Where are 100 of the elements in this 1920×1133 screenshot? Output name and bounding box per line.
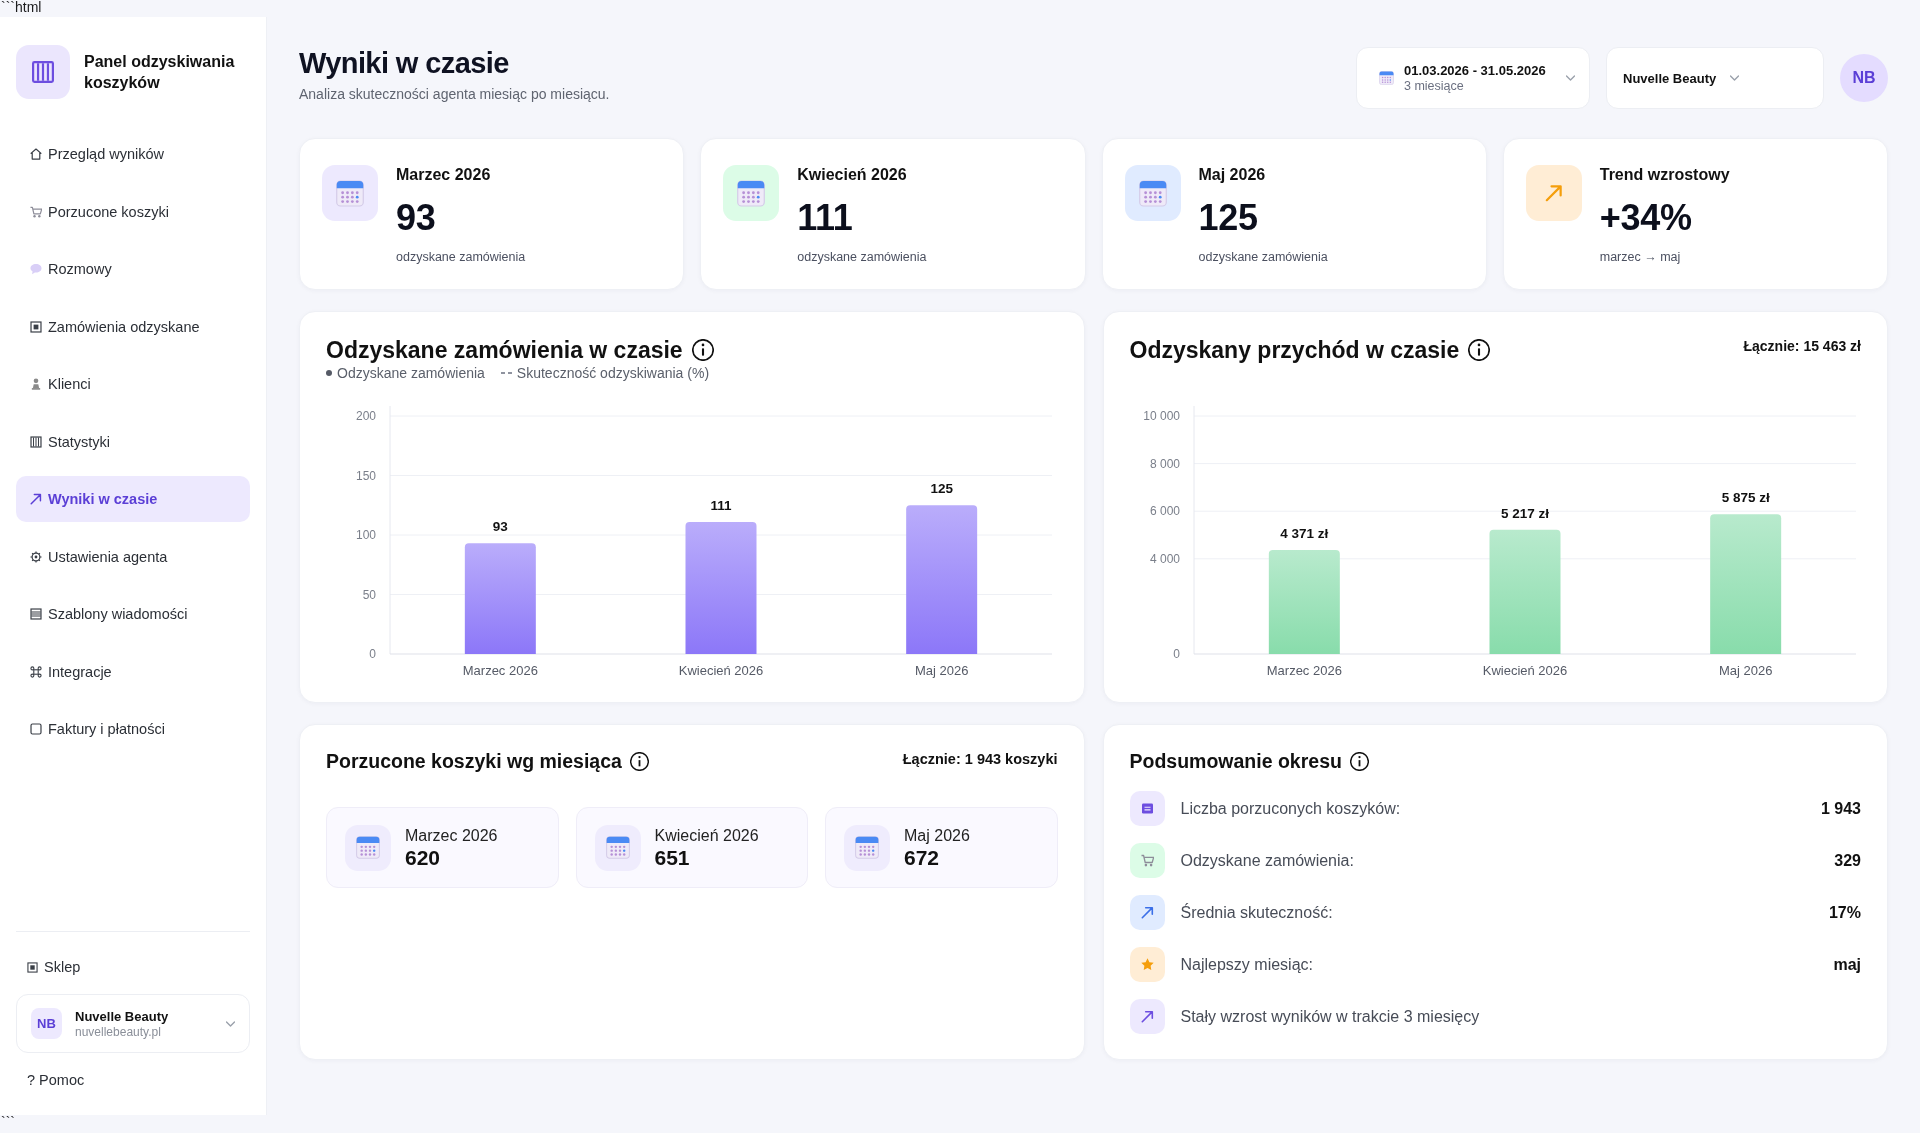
summary-value: maj bbox=[1833, 954, 1861, 975]
date-range-picker[interactable]: 01.03.2026 - 31.05.2026 3 miesiące bbox=[1356, 47, 1590, 109]
summary-value: 329 bbox=[1834, 850, 1861, 871]
month-label: Maj 2026 bbox=[904, 825, 970, 845]
y-axis-label: 0 bbox=[1172, 647, 1180, 661]
square-outline-icon bbox=[30, 723, 42, 735]
app-title: Panel odzyskiwania koszyków bbox=[84, 52, 236, 93]
info-icon bbox=[691, 339, 714, 361]
info-icon bbox=[629, 751, 649, 771]
month-value: 620 bbox=[405, 844, 442, 870]
command-icon bbox=[30, 665, 42, 678]
nav-item[interactable]: Przegląd wyników bbox=[16, 131, 250, 177]
chart-title: Odzyskany przychód w czasie bbox=[1129, 336, 1460, 364]
kpi-value: 125 bbox=[1198, 197, 1259, 239]
user-avatar[interactable]: NB bbox=[1840, 54, 1888, 102]
x-axis-label: Maj 2026 bbox=[914, 663, 969, 678]
month-value: 651 bbox=[654, 844, 691, 870]
calendar-icon bbox=[1379, 71, 1394, 85]
y-axis-label: 6 000 bbox=[1149, 504, 1180, 519]
bar-value-label: 111 bbox=[710, 497, 732, 513]
square-icon bbox=[30, 320, 42, 333]
code-fence-text: ``` bbox=[1, 1115, 15, 1130]
chevron-down-icon bbox=[1566, 75, 1575, 81]
x-axis-label: Kwiecień 2026 bbox=[1482, 663, 1567, 678]
person-icon bbox=[30, 378, 42, 390]
info-icon bbox=[1468, 339, 1491, 361]
bar-value-label: 4 371 zł bbox=[1279, 525, 1328, 541]
kpi-title: Trend wzrostowy bbox=[1599, 165, 1730, 185]
card-total: Łącznie: 1 943 koszyki bbox=[902, 751, 1058, 767]
y-axis-label: 200 bbox=[355, 409, 376, 423]
info-icon bbox=[1349, 751, 1369, 771]
cart-icon bbox=[30, 205, 42, 218]
summary-label: Liczba porzuconych koszyków: bbox=[1180, 798, 1401, 819]
bar-value-label: 5 875 zł bbox=[1721, 490, 1770, 506]
square-icon bbox=[27, 961, 38, 973]
page-title: Wyniki w czasie bbox=[299, 46, 510, 81]
summary-value: 1 943 bbox=[1820, 798, 1861, 819]
summary-label: Odzyskane zamówienia: bbox=[1180, 850, 1354, 871]
help-link[interactable]: ? Pomoc bbox=[27, 1071, 85, 1089]
y-axis-label: 150 bbox=[355, 468, 376, 483]
bar-value-label: 125 bbox=[930, 481, 953, 497]
x-axis-label: Kwiecień 2026 bbox=[678, 663, 764, 678]
chart-total: Łącznie: 15 463 zł bbox=[1743, 337, 1861, 355]
kpi-caption: odzyskane zamówienia bbox=[1198, 249, 1328, 265]
x-axis-label: Marzec 2026 bbox=[1266, 663, 1342, 678]
summary-label: Stały wzrost wyników w trakcie 3 miesięcy bbox=[1180, 1006, 1480, 1027]
nav-item[interactable]: Rozmowy bbox=[16, 246, 250, 292]
nav-item[interactable]: Ustawienia agenta bbox=[16, 533, 250, 580]
y-axis-label: 50 bbox=[362, 587, 376, 602]
lines-icon bbox=[30, 608, 42, 620]
calendar-icon bbox=[594, 824, 641, 871]
speech-bubble-icon bbox=[30, 263, 42, 275]
legend-dash-icon bbox=[500, 372, 512, 374]
nav-item[interactable]: Statystyki bbox=[16, 418, 250, 465]
bar-value-label: 5 217 zł bbox=[1500, 505, 1549, 521]
legend-label: Odzyskane zamówienia bbox=[337, 364, 485, 382]
nav-item[interactable]: Integracje bbox=[16, 648, 250, 695]
columns-icon bbox=[30, 435, 42, 448]
y-axis-label: 4 000 bbox=[1149, 551, 1180, 566]
card-title: Porzucone koszyki wg miesiąca bbox=[326, 749, 622, 773]
month-value: 672 bbox=[904, 844, 941, 870]
logo-icon bbox=[16, 45, 70, 99]
nav-item[interactable]: Zamówienia odzyskane bbox=[16, 303, 250, 350]
nav-item[interactable]: Szablony wiadomości bbox=[16, 591, 250, 637]
shop-link[interactable]: Sklep bbox=[27, 958, 81, 976]
chevron-down-icon bbox=[1730, 75, 1740, 81]
gear-icon bbox=[30, 550, 42, 563]
nav-item[interactable]: Porzucone koszyki bbox=[16, 188, 250, 235]
account-switcher[interactable]: NB Nuvelle Beauty nuvellebeauty.pl bbox=[16, 994, 250, 1053]
month-label: Marzec 2026 bbox=[405, 825, 498, 845]
calendar-icon bbox=[844, 824, 890, 871]
month-label: Kwiecień 2026 bbox=[654, 825, 759, 845]
legend-dot-icon bbox=[326, 370, 332, 376]
kpi-title: Marzec 2026 bbox=[396, 165, 492, 185]
card-title: Podsumowanie okresu bbox=[1129, 749, 1342, 773]
nav-item[interactable]: Faktury i płatności bbox=[16, 706, 250, 752]
nav-item[interactable]: Wyniki w czasie bbox=[16, 476, 250, 522]
y-axis-label: 10 000 bbox=[1142, 409, 1180, 423]
y-axis-label: 0 bbox=[369, 647, 376, 661]
code-fence-text: ```html bbox=[1, 0, 42, 15]
calendar-icon bbox=[345, 824, 391, 871]
chevron-down-icon bbox=[226, 1020, 235, 1027]
x-axis-label: Maj 2026 bbox=[1718, 663, 1772, 678]
summary-value: 17% bbox=[1828, 902, 1861, 923]
y-axis-label: 8 000 bbox=[1149, 456, 1180, 471]
kpi-value: 111 bbox=[797, 197, 854, 239]
y-axis-label: 100 bbox=[355, 528, 376, 542]
kpi-caption: odzyskane zamówienia bbox=[797, 249, 927, 265]
summary-label: Średnia skuteczność: bbox=[1180, 902, 1333, 923]
legend-label: Skuteczność odzyskiwania (%) bbox=[516, 364, 710, 382]
x-axis-label: Marzec 2026 bbox=[462, 663, 538, 678]
kpi-value: +34% bbox=[1599, 197, 1693, 239]
store-select[interactable]: Nuvelle Beauty bbox=[1606, 47, 1824, 109]
nav-item[interactable]: Klienci bbox=[16, 361, 250, 407]
bar-value-label: 93 bbox=[492, 519, 508, 535]
summary-label: Najlepszy miesiąc: bbox=[1180, 954, 1313, 975]
chart-title: Odzyskane zamówienia w czasie bbox=[326, 336, 683, 364]
kpi-title: Maj 2026 bbox=[1198, 165, 1267, 185]
home-icon bbox=[30, 148, 42, 160]
avatar: NB bbox=[31, 1008, 62, 1039]
